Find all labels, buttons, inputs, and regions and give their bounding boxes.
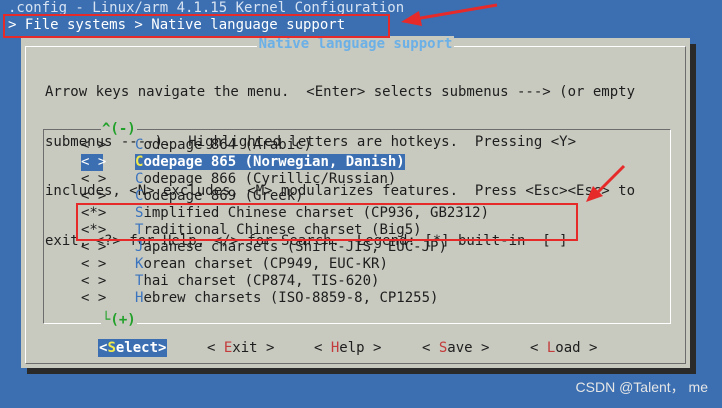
help-open: < [314,340,331,356]
menu-item-state[interactable]: < > [81,290,135,307]
menu-item-text: odepage 869 (Greek) [143,188,304,204]
menu-item-label: Codepage 865 (Norwegian, Danish) [135,154,405,170]
load-button[interactable]: < Load > [530,339,597,357]
select-button[interactable]: <Select> [98,339,168,357]
menu-item[interactable]: < > Korean charset (CP949, EUC-KR) [81,256,489,273]
menu-item-text: odepage 864 (Arabic) [143,137,313,153]
scroll-up-indicator: ^(-) [101,121,137,137]
scroll-down-indicator: └(+) [101,312,137,328]
menu-item-label: Codepage 866 (Cyrillic/Russian) [135,171,396,187]
watermark: CSDN @Talent， me [575,379,708,395]
menu-item-label: Hebrew charsets (ISO-8859-8, CP1255) [135,290,438,306]
menu-item-state[interactable]: < > [81,239,135,256]
menu-item-state[interactable]: < > [81,137,135,154]
menu-item-text: ebrew charsets (ISO-8859-8, CP1255) [143,290,439,306]
menu-item[interactable]: < > Thai charset (CP874, TIS-620) [81,273,489,290]
save-button[interactable]: < Save > [422,339,489,357]
load-label: oad [555,340,581,356]
menu-item-text: odepage 865 (Norwegian, Danish) [143,154,405,170]
dialog-title-text: Native language support [256,36,455,52]
menu-item-state[interactable]: < > [81,273,135,290]
button-bar: <Select> < Exit > < Help > < Save > < Lo… [21,339,690,357]
menu-item-state[interactable]: < > [81,154,106,171]
breadcrumb-arrow-icon [401,3,498,26]
help-button[interactable]: < Help > [314,339,381,357]
menu-item[interactable]: < > Codepage 866 (Cyrillic/Russian) [81,171,489,188]
menu-item[interactable]: < > Codepage 864 (Arabic) [81,137,489,154]
save-label: ave [447,340,473,356]
exit-label: xit [232,340,258,356]
menu-item-text: hai charset (CP874, TIS-620) [143,273,380,289]
breadcrumb-highlight-box [3,14,390,38]
exit-open: < [207,340,224,356]
help-line: Arrow keys navigate the menu. <Enter> se… [45,84,636,100]
menu-item-label: Codepage 869 (Greek) [135,188,304,204]
chinese-charsets-highlight-box [76,203,578,241]
exit-button[interactable]: < Exit > [207,339,274,357]
menu-item-label: Codepage 864 (Arabic) [135,137,312,153]
exit-close: > [257,340,275,356]
menu-item-state[interactable]: < > [81,256,135,273]
charsets-arrow-icon [586,164,626,202]
save-close: > [472,340,490,356]
menu-item-text: odepage 866 (Cyrillic/Russian) [143,171,397,187]
menu-item-text: apanese charsets (Shift-JIS, EUC-JP) [143,239,447,255]
menu-item-text: orean charset (CP949, EUC-KR) [143,256,388,272]
load-open: < [530,340,547,356]
select-hotkey: S [107,340,116,356]
menu-item[interactable]: < > Hebrew charsets (ISO-8859-8, CP1255) [81,290,489,307]
help-close: > [364,340,382,356]
menu-item-label: Korean charset (CP949, EUC-KR) [135,256,388,272]
select-label: elect [115,340,159,356]
menu-item[interactable]: < > Japanese charsets (Shift-JIS, EUC-JP) [81,239,489,256]
menu-item[interactable]: < > Codepage 865 (Norwegian, Danish) [81,154,489,171]
menu-item-state[interactable]: < > [81,171,135,188]
menu-item-label: Thai charset (CP874, TIS-620) [135,273,379,289]
load-close: > [580,340,598,356]
help-label: elp [339,340,365,356]
save-open: < [422,340,439,356]
menu-item-label: Japanese charsets (Shift-JIS, EUC-JP) [135,239,447,255]
select-close: > [158,340,167,356]
